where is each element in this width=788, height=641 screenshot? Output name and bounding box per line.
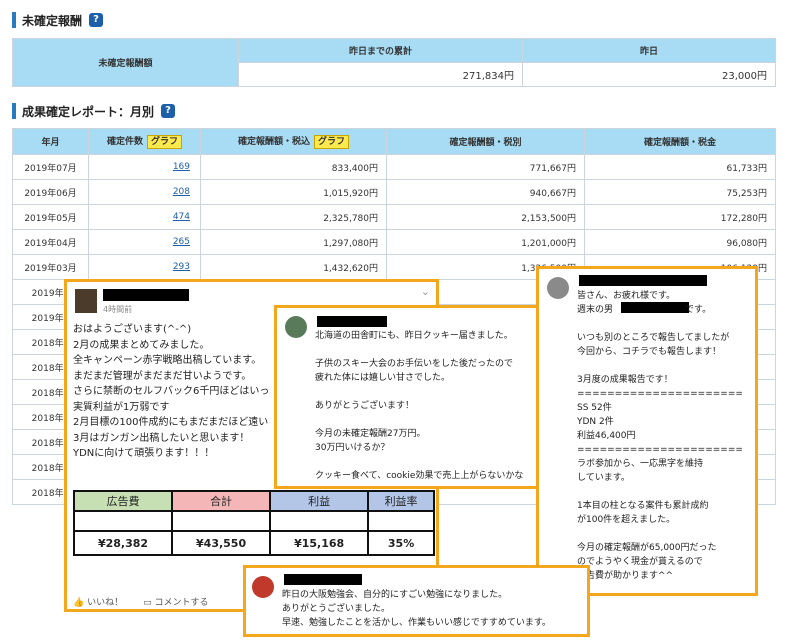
unconfirmed-title-text: 未確定報酬	[22, 13, 83, 28]
value-margin: 35%	[367, 530, 435, 556]
redacted-name	[579, 275, 707, 286]
post-time: 4時間前	[103, 305, 133, 314]
help-icon[interactable]: ?	[89, 13, 104, 27]
unconfirmed-row-label: 未確定報酬額	[12, 38, 239, 87]
cell-count: 265	[88, 229, 201, 255]
count-link[interactable]: 293	[173, 262, 190, 272]
cell-tax: 75,253円	[584, 179, 776, 205]
cell-tax-in: 1,297,080円	[200, 229, 387, 255]
help-icon[interactable]: ?	[161, 104, 176, 118]
header-ad-cost: 広告費	[72, 490, 174, 512]
comment-icon: ▭	[143, 598, 152, 608]
cell-tax-ex: 771,667円	[386, 154, 585, 180]
yesterday-value: 23,000円	[522, 62, 776, 87]
post-actions: 👍 いいね！ ▭ コメントする	[73, 597, 209, 609]
value-profit: ¥15,168	[269, 530, 370, 556]
col-count-label: 確定件数	[106, 137, 143, 147]
thumbs-up-icon: 👍	[73, 598, 85, 608]
post-card-4: 昨日の大阪勉強会、自分的にすごい勉強になりました。 ありがとうございました。 早…	[243, 565, 590, 637]
like-label: いいね！	[87, 598, 124, 608]
cell-empty	[171, 510, 272, 532]
header-total: 合計	[171, 490, 272, 512]
col-cumulative: 昨日までの累計	[238, 38, 523, 63]
col-month: 年月	[12, 128, 89, 155]
chevron-down-icon[interactable]: ⌄	[421, 285, 430, 298]
col-tax-ex: 確定報酬額・税別	[386, 128, 585, 155]
cell-month: 2019年07月	[12, 154, 89, 180]
table-row: 2019年06月 208 1,015,920円 940,667円 75,253円	[12, 179, 776, 205]
cell-tax-in: 1,432,620円	[200, 254, 387, 280]
cell-tax: 172,280円	[584, 204, 776, 230]
cell-empty	[269, 510, 370, 532]
cell-month: 2019年03月	[12, 254, 89, 280]
post-card-2: 北海道の田舎町にも、昨日クッキー届きました。 子供のスキー大会のお手伝いをした後…	[274, 305, 546, 489]
cell-month: 2019年05月	[12, 204, 89, 230]
unconfirmed-table: 未確定報酬額 昨日までの累計 昨日 271,834円 23,000円	[12, 38, 776, 87]
cumulative-value: 271,834円	[238, 62, 523, 87]
report-title: 成果確定レポート：月別 ?	[12, 103, 176, 119]
avatar	[252, 576, 274, 598]
report-title-text: 成果確定レポート：月別	[22, 104, 155, 119]
value-ad-cost: ¥28,382	[72, 530, 174, 556]
col-tax-in-label: 確定報酬額・税込	[237, 137, 310, 147]
cell-tax-in: 2,325,780円	[200, 204, 387, 230]
cell-empty	[367, 510, 435, 532]
post-body: 皆さん、お疲れ様です。 週末の男 です。 いつも別のところで報告してましたが 今…	[577, 291, 743, 581]
cell-month: 2019年04月	[12, 229, 89, 255]
table-row: 2019年05月 474 2,325,780円 2,153,500円 172,280円	[12, 204, 776, 230]
col-count: 確定件数 グラフ	[88, 128, 201, 155]
count-link[interactable]: 265	[173, 237, 190, 247]
post-card-3: 皆さん、お疲れ様です。 週末の男 です。 いつも別のところで報告してましたが 今…	[536, 266, 758, 596]
cell-count: 293	[88, 254, 201, 280]
redacted-name	[317, 316, 387, 327]
cell-count: 169	[88, 154, 201, 180]
avatar	[75, 289, 97, 313]
avatar	[547, 277, 569, 299]
table-row: 2019年04月 265 1,297,080円 1,201,000円 96,080円	[12, 229, 776, 255]
redacted-name	[284, 574, 362, 585]
table-row: 2019年07月 169 833,400円 771,667円 61,733円	[12, 154, 776, 180]
cell-tax-ex: 1,201,000円	[386, 229, 585, 255]
post-body: 北海道の田舎町にも、昨日クッキー届きました。 子供のスキー大会のお手伝いをした後…	[315, 331, 524, 481]
post-body: おはようございます(^-^) 2月の成果まとめてみました。 全キャンペーン赤字戦…	[73, 324, 270, 459]
cell-tax: 61,733円	[584, 154, 776, 180]
col-tax: 確定報酬額・税金	[584, 128, 776, 155]
cell-tax-ex: 2,153,500円	[386, 204, 585, 230]
count-link[interactable]: 208	[173, 187, 190, 197]
cell-empty	[72, 510, 174, 532]
ad-summary-table: 広告費 合計 利益 利益率 ¥28,382 ¥43,550 ¥15,168 35…	[72, 490, 435, 556]
col-yesterday: 昨日	[522, 38, 776, 63]
cell-count: 474	[88, 204, 201, 230]
cell-count: 208	[88, 179, 201, 205]
count-link[interactable]: 474	[173, 212, 190, 222]
like-button[interactable]: 👍 いいね！	[73, 597, 124, 609]
cell-tax-in: 833,400円	[200, 154, 387, 180]
cell-tax: 96,080円	[584, 229, 776, 255]
redacted-name	[103, 289, 189, 301]
comment-button[interactable]: ▭ コメントする	[143, 597, 209, 609]
count-link[interactable]: 169	[173, 162, 190, 172]
graph-button[interactable]: グラフ	[147, 135, 183, 149]
col-tax-in: 確定報酬額・税込 グラフ	[200, 128, 387, 155]
unconfirmed-title: 未確定報酬 ?	[12, 12, 104, 28]
graph-button[interactable]: グラフ	[314, 135, 350, 149]
header-profit: 利益	[269, 490, 370, 512]
header-margin: 利益率	[367, 490, 435, 512]
comment-label: コメントする	[154, 598, 209, 608]
cell-tax-in: 1,015,920円	[200, 179, 387, 205]
post-body: 昨日の大阪勉強会、自分的にすごい勉強になりました。 ありがとうございました。 早…	[282, 590, 551, 628]
cell-month: 2019年06月	[12, 179, 89, 205]
cell-tax-ex: 940,667円	[386, 179, 585, 205]
avatar	[285, 316, 307, 338]
value-total: ¥43,550	[171, 530, 272, 556]
